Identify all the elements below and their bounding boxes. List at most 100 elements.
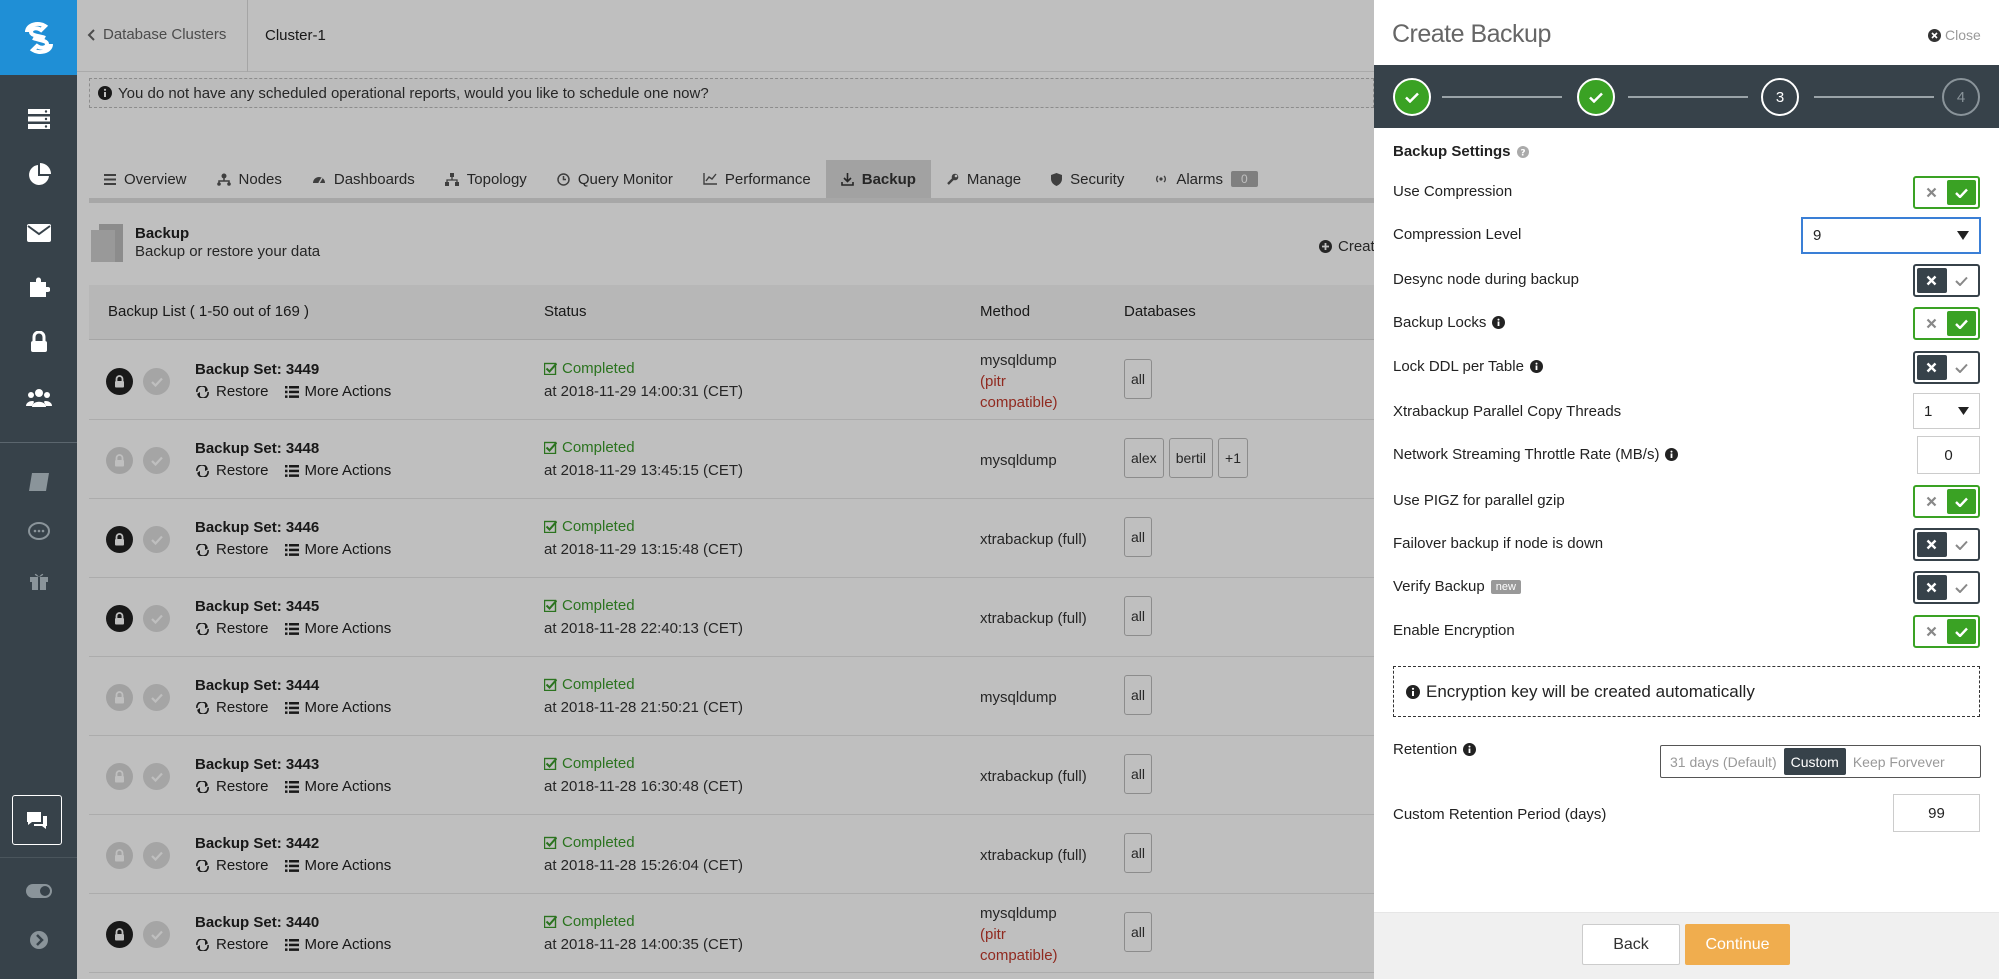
x-icon [1926, 539, 1937, 550]
copy-threads-label: Xtrabackup Parallel Copy Threads [1393, 403, 1622, 420]
desync-toggle[interactable] [1913, 264, 1980, 297]
check-icon [1954, 627, 1968, 637]
custom-retention-input[interactable]: 99 [1893, 794, 1980, 832]
verify-backup-label: Verify Backup new [1393, 578, 1521, 595]
puzzle-icon[interactable] [0, 267, 77, 307]
check-icon [1405, 92, 1419, 103]
retention-options: 31 days (Default) Custom Keep Forvever [1660, 745, 1981, 778]
toggle-off-side[interactable] [1917, 489, 1947, 514]
gift-icon[interactable] [0, 561, 77, 601]
toggle-off-side[interactable] [1917, 180, 1947, 205]
info-icon[interactable] [1665, 448, 1679, 461]
info-icon[interactable] [1529, 360, 1543, 373]
check-icon [1954, 319, 1968, 329]
toggle-off-side[interactable] [1917, 619, 1947, 644]
step-connector [1814, 96, 1934, 98]
check-icon [1955, 583, 1968, 593]
chevron-right-icon[interactable] [0, 920, 77, 960]
x-icon [1926, 187, 1937, 198]
select-value: 9 [1813, 227, 1822, 244]
help-icon[interactable]: ? [1516, 145, 1529, 158]
mail-icon[interactable] [0, 213, 77, 253]
retention-default-option[interactable]: 31 days (Default) [1663, 748, 1784, 775]
toggle-on-side[interactable] [1946, 180, 1976, 205]
users-icon[interactable] [0, 378, 77, 418]
wizard-steps: 3 4 [1374, 65, 1999, 128]
chart-pie-icon[interactable] [0, 155, 77, 195]
step-connector [1442, 96, 1562, 98]
chat-icon[interactable] [12, 795, 62, 845]
panel-header: Create Backup Close [1374, 0, 1999, 65]
x-icon [1926, 318, 1937, 329]
continue-button[interactable]: Continue [1685, 924, 1790, 965]
step-1[interactable] [1393, 78, 1431, 116]
toggle-icon[interactable] [0, 871, 77, 911]
compression-level-select[interactable]: 9 [1801, 217, 1981, 254]
close-label: Close [1945, 27, 1981, 43]
toggle-off-side[interactable] [1917, 575, 1947, 600]
servers-icon[interactable] [0, 99, 77, 139]
book-icon[interactable] [0, 462, 77, 502]
label-text: Network Streaming Throttle Rate (MB/s) [1393, 446, 1660, 463]
toggle-off-side[interactable] [1917, 268, 1947, 293]
caret-down-icon [1957, 231, 1969, 240]
section-title: Backup Settings ? [1393, 143, 1529, 160]
lock-ddl-toggle[interactable] [1913, 351, 1980, 384]
toggle-on-side[interactable] [1947, 268, 1977, 293]
close-button[interactable]: Close [1928, 27, 1981, 43]
check-icon [1954, 188, 1968, 198]
create-backup-panel: Create Backup Close 3 4 Backup Settings … [1374, 0, 1999, 979]
check-icon [1955, 540, 1968, 550]
verify-backup-toggle[interactable] [1913, 571, 1980, 604]
modal-overlay[interactable] [77, 0, 1374, 979]
pigz-toggle[interactable] [1913, 485, 1980, 518]
sidebar-divider [0, 442, 77, 443]
toggle-on-side[interactable] [1946, 489, 1976, 514]
back-button[interactable]: Back [1582, 924, 1680, 965]
toggle-off-side[interactable] [1917, 532, 1947, 557]
retention-forever-option[interactable]: Keep Forvever [1846, 748, 1952, 775]
info-icon[interactable] [1463, 743, 1477, 756]
lock-icon[interactable] [0, 322, 77, 362]
new-badge: new [1490, 579, 1521, 594]
failover-label: Failover backup if node is down [1393, 535, 1604, 552]
caret-down-icon [1958, 407, 1969, 415]
desync-label: Desync node during backup [1393, 271, 1579, 288]
x-icon [1926, 582, 1937, 593]
retention-label: Retention [1393, 741, 1477, 758]
backup-locks-label: Backup Locks [1393, 314, 1506, 331]
select-value: 1 [1924, 402, 1933, 420]
toggle-off-side[interactable] [1917, 311, 1947, 336]
failover-toggle[interactable] [1913, 528, 1980, 561]
label-text: Verify Backup [1393, 578, 1485, 595]
toggle-off-side[interactable] [1917, 355, 1947, 380]
retention-custom-option[interactable]: Custom [1783, 748, 1846, 775]
step-4[interactable]: 4 [1942, 78, 1980, 116]
backup-locks-toggle[interactable] [1913, 307, 1980, 340]
toggle-on-side[interactable] [1947, 575, 1977, 600]
encryption-toggle[interactable] [1913, 615, 1980, 648]
copy-threads-select[interactable]: 1 [1913, 393, 1980, 429]
chat-bubble-icon[interactable] [0, 512, 77, 552]
step-2[interactable] [1577, 78, 1615, 116]
check-icon [1589, 92, 1603, 103]
app-logo[interactable] [0, 0, 77, 75]
close-icon [1928, 28, 1941, 42]
step-connector [1628, 96, 1748, 98]
section-title-text: Backup Settings [1393, 143, 1511, 160]
throttle-input[interactable]: 0 [1917, 436, 1980, 474]
toggle-on-side[interactable] [1946, 619, 1976, 644]
toggle-on-side[interactable] [1947, 532, 1977, 557]
step-3[interactable]: 3 [1761, 78, 1799, 116]
check-icon [1954, 497, 1968, 507]
toggle-on-side[interactable] [1947, 355, 1977, 380]
info-icon [1406, 684, 1420, 699]
toggle-on-side[interactable] [1946, 311, 1976, 336]
label-text: Backup Locks [1393, 314, 1487, 331]
throttle-label: Network Streaming Throttle Rate (MB/s) [1393, 446, 1679, 463]
info-icon[interactable] [1492, 316, 1506, 329]
encryption-note-text: Encryption key will be created automatic… [1426, 681, 1755, 701]
compression-level-label: Compression Level [1393, 226, 1522, 243]
label-text: Retention [1393, 741, 1458, 758]
use-compression-toggle[interactable] [1913, 176, 1980, 209]
